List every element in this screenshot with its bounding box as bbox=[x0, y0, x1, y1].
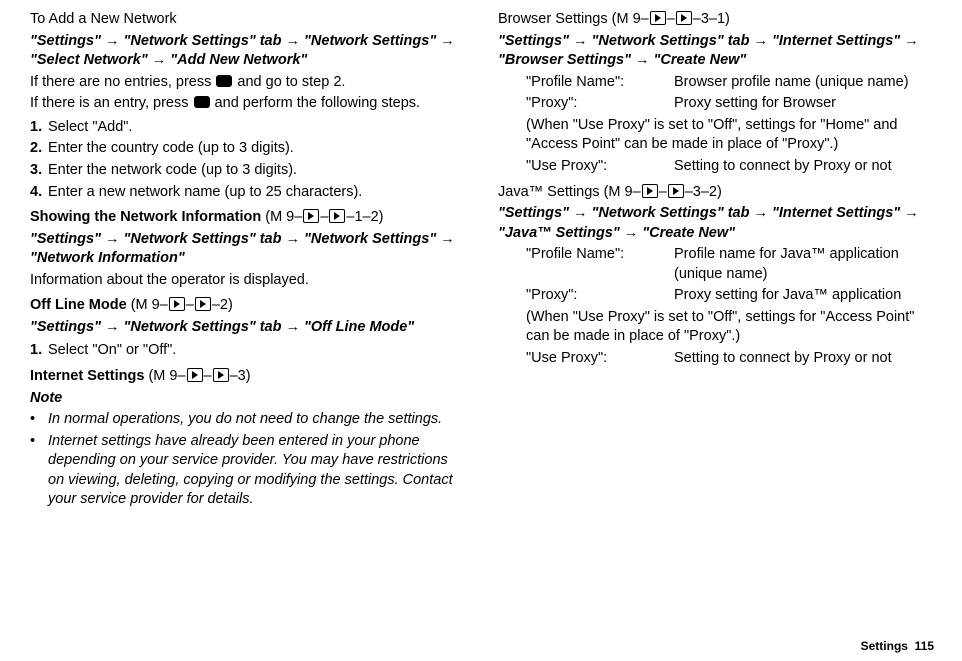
right-key-icon bbox=[195, 297, 211, 311]
offline-mode-title: Off Line Mode (M 9–––2) bbox=[30, 296, 464, 316]
internet-settings-title: Internet Settings (M 9–––3) bbox=[30, 367, 464, 387]
step-4: 4.Enter a new network name (up to 25 cha… bbox=[48, 183, 464, 203]
bullet-text: In normal operations, you do not need to… bbox=[48, 411, 442, 427]
note-bullet-2: Internet settings have already been ente… bbox=[48, 432, 464, 510]
add-network-steps: 1.Select "Add". 2.Enter the country code… bbox=[30, 118, 464, 202]
setting-row: "Proxy": Proxy setting for Java™ applica… bbox=[526, 286, 932, 306]
text: If there are no entries, press bbox=[30, 74, 215, 90]
title-text: Showing the Network Information bbox=[30, 209, 265, 225]
footer-section: Settings bbox=[861, 639, 908, 653]
right-key-icon bbox=[642, 184, 658, 198]
text: and perform the following steps. bbox=[211, 95, 421, 111]
code-pre: (M 9– bbox=[612, 11, 649, 27]
setting-row: "Profile Name": Browser profile name (un… bbox=[526, 73, 932, 93]
setting-value: Browser profile name (unique name) bbox=[674, 73, 932, 93]
setting-value: Proxy setting for Browser bbox=[674, 94, 932, 114]
setting-value: Setting to connect by Proxy or not bbox=[674, 157, 932, 177]
setting-key: "Use Proxy": bbox=[526, 157, 674, 177]
title-text: Browser Settings bbox=[498, 11, 612, 27]
step-3: 3.Enter the network code (up to 3 digits… bbox=[48, 161, 464, 181]
note-bullet-1: In normal operations, you do not need to… bbox=[48, 410, 464, 430]
setting-value: Profile name for Java™ application (uniq… bbox=[674, 245, 932, 284]
setting-key: "Profile Name": bbox=[526, 245, 674, 284]
right-key-icon bbox=[668, 184, 684, 198]
browser-settings-title: Browser Settings (M 9–––3–1) bbox=[498, 10, 932, 30]
setting-key: "Use Proxy": bbox=[526, 349, 674, 369]
network-info-desc: Information about the operator is displa… bbox=[30, 271, 464, 291]
keycap-icon bbox=[216, 75, 232, 87]
title-text: Off Line Mode bbox=[30, 297, 131, 313]
right-key-icon bbox=[303, 209, 319, 223]
browser-settings-rows: "Profile Name": Browser profile name (un… bbox=[498, 73, 932, 177]
network-info-title: Showing the Network Information (M 9–––1… bbox=[30, 208, 464, 228]
add-network-path: "Settings" → "Network Settings" tab → "N… bbox=[30, 32, 464, 71]
step-text: Select "On" or "Off". bbox=[48, 342, 176, 358]
code-pre: (M 9– bbox=[265, 209, 302, 225]
right-column: Browser Settings (M 9–––3–1) "Settings" … bbox=[498, 10, 932, 512]
code-post: –2) bbox=[212, 297, 233, 313]
code-pre: (M 9– bbox=[604, 184, 641, 200]
step-2: 2.Enter the country code (up to 3 digits… bbox=[48, 139, 464, 159]
step-text: Enter a new network name (up to 25 chara… bbox=[48, 184, 362, 200]
right-key-icon bbox=[650, 11, 666, 25]
network-info-path: "Settings" → "Network Settings" tab → "N… bbox=[30, 230, 464, 269]
java-settings-path: "Settings" → "Network Settings" tab → "I… bbox=[498, 204, 932, 243]
step-1: 1.Select "On" or "Off". bbox=[48, 341, 464, 361]
java-settings-rows: "Profile Name": Profile name for Java™ a… bbox=[498, 245, 932, 368]
step-text: Select "Add". bbox=[48, 119, 132, 135]
footer-page-number: 115 bbox=[915, 639, 934, 653]
setting-value: Setting to connect by Proxy or not bbox=[674, 349, 932, 369]
text: and go to step 2. bbox=[233, 74, 345, 90]
step-1: 1.Select "Add". bbox=[48, 118, 464, 138]
setting-row: "Use Proxy": Setting to connect by Proxy… bbox=[526, 349, 932, 369]
bullet-text: Internet settings have already been ente… bbox=[48, 433, 453, 508]
code-pre: (M 9– bbox=[131, 297, 168, 313]
browser-proxy-note: (When "Use Proxy" is set to "Off", setti… bbox=[526, 116, 932, 155]
add-network-title: To Add a New Network bbox=[30, 10, 464, 30]
right-key-icon bbox=[187, 368, 203, 382]
right-key-icon bbox=[676, 11, 692, 25]
add-network-noentries: If there are no entries, press and go to… bbox=[30, 73, 464, 93]
java-settings-title: Java™ Settings (M 9–––3–2) bbox=[498, 183, 932, 203]
right-key-icon bbox=[169, 297, 185, 311]
note-label: Note bbox=[30, 389, 464, 409]
setting-row: "Proxy": Proxy setting for Browser bbox=[526, 94, 932, 114]
right-key-icon bbox=[329, 209, 345, 223]
right-key-icon bbox=[213, 368, 229, 382]
setting-key: "Profile Name": bbox=[526, 73, 674, 93]
setting-key: "Proxy": bbox=[526, 286, 674, 306]
document-page: To Add a New Network "Settings" → "Netwo… bbox=[0, 0, 962, 661]
setting-value: Proxy setting for Java™ application bbox=[674, 286, 932, 306]
code-post: –3–1) bbox=[693, 11, 730, 27]
text: If there is an entry, press bbox=[30, 95, 193, 111]
step-text: Enter the network code (up to 3 digits). bbox=[48, 162, 297, 178]
code-post: –3) bbox=[230, 368, 251, 384]
browser-settings-path: "Settings" → "Network Settings" tab → "I… bbox=[498, 32, 932, 71]
keycap-icon bbox=[194, 96, 210, 108]
note-bullets: In normal operations, you do not need to… bbox=[30, 410, 464, 510]
step-text: Enter the country code (up to 3 digits). bbox=[48, 140, 294, 156]
add-network-entry: If there is an entry, press and perform … bbox=[30, 94, 464, 114]
title-text: Internet Settings bbox=[30, 368, 148, 384]
offline-mode-path: "Settings" → "Network Settings" tab → "O… bbox=[30, 318, 464, 338]
setting-row: "Use Proxy": Setting to connect by Proxy… bbox=[526, 157, 932, 177]
offline-steps: 1.Select "On" or "Off". bbox=[30, 341, 464, 361]
title-text: Java™ Settings bbox=[498, 184, 604, 200]
code-post: –1–2) bbox=[346, 209, 383, 225]
page-footer: Settings 115 bbox=[861, 639, 934, 653]
code-pre: (M 9– bbox=[148, 368, 185, 384]
left-column: To Add a New Network "Settings" → "Netwo… bbox=[30, 10, 464, 512]
setting-row: "Profile Name": Profile name for Java™ a… bbox=[526, 245, 932, 284]
java-proxy-note: (When "Use Proxy" is set to "Off", setti… bbox=[526, 308, 932, 347]
code-post: –3–2) bbox=[685, 184, 722, 200]
setting-key: "Proxy": bbox=[526, 94, 674, 114]
